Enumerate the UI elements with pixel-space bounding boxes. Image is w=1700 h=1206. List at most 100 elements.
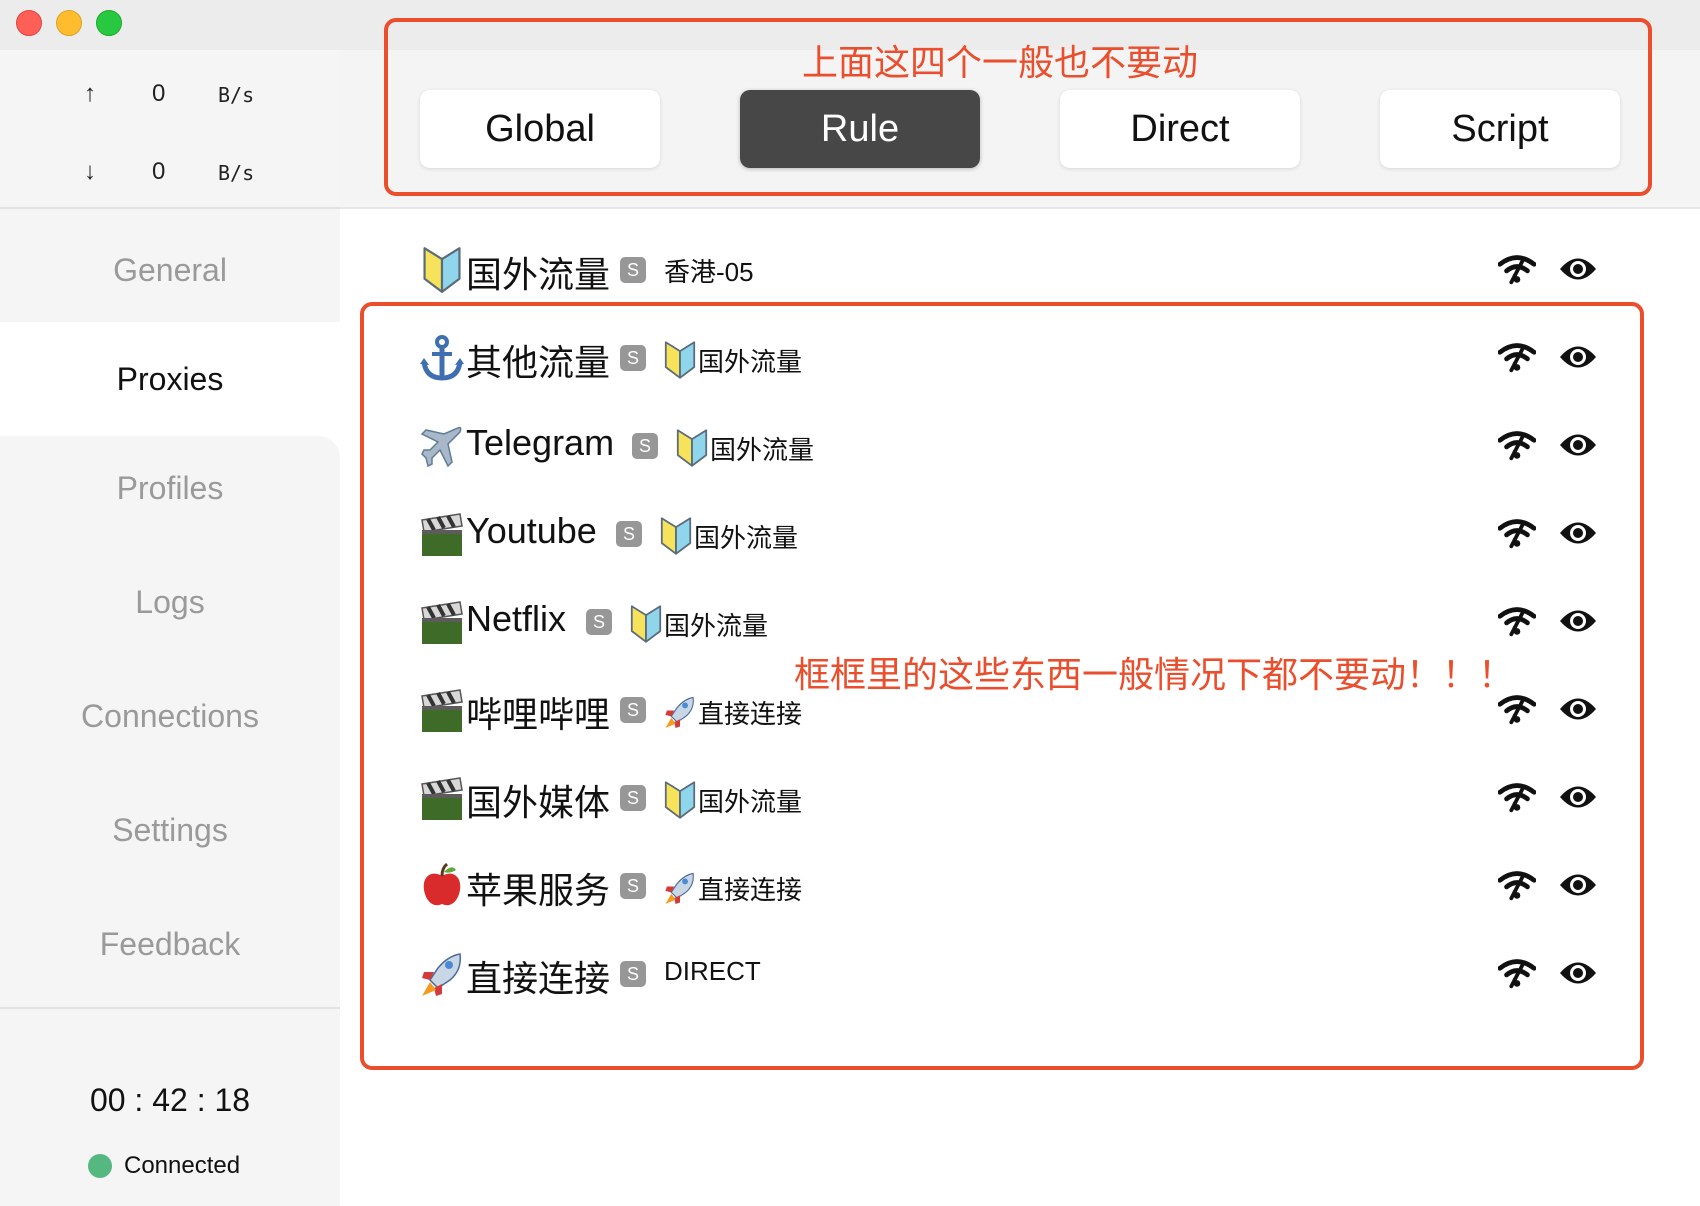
sidebar-item-feedback[interactable]: Feedback: [0, 892, 340, 996]
rocket-emoji-icon: [420, 950, 464, 998]
close-window-button[interactable]: [16, 10, 42, 36]
selected-proxy[interactable]: 香港-05: [664, 252, 754, 289]
proxy-group-name: Telegram: [466, 422, 615, 463]
proxy-group-name: 其他流量: [466, 342, 611, 383]
eye-icon[interactable]: [1558, 606, 1598, 636]
selector-badge: S: [620, 785, 646, 811]
sidebar-item-proxies[interactable]: Proxies: [0, 322, 340, 436]
selected-proxy[interactable]: 直接连接: [664, 868, 802, 908]
eye-icon[interactable]: [1558, 518, 1598, 548]
proxy-group-name: 国外流量: [466, 254, 611, 295]
proxy-group-name: Netflix: [466, 598, 567, 639]
selected-proxy-label: 直接连接: [698, 874, 803, 905]
rocket-emoji-icon: [664, 692, 696, 732]
selector-badge: S: [620, 257, 646, 283]
sidebar-divider: [0, 1007, 340, 1009]
anchor-emoji-icon: [420, 334, 464, 382]
selected-proxy[interactable]: 国外流量: [660, 516, 798, 556]
sidebar-item-general[interactable]: General: [0, 218, 340, 322]
eye-icon[interactable]: [1558, 782, 1598, 812]
selector-badge: S: [620, 961, 646, 987]
eye-icon[interactable]: [1558, 430, 1598, 460]
selected-proxy[interactable]: 直接连接: [664, 692, 802, 732]
proxy-group-row[interactable]: 国外流量 S 香港-05: [420, 238, 1600, 302]
proxy-group-row[interactable]: 哔哩哔哩 S 直接连接: [420, 678, 1600, 742]
modes-annotation-text: 上面这四个一般也不要动: [802, 42, 1199, 83]
shield-emoji-icon: [660, 516, 692, 556]
wifi-latency-icon[interactable]: [1498, 868, 1536, 902]
eye-icon[interactable]: [1558, 342, 1598, 372]
download-speed-value: 0: [152, 158, 166, 185]
selected-proxy-label: 国外流量: [694, 522, 799, 553]
wifi-latency-icon[interactable]: [1498, 604, 1536, 638]
shield-emoji-icon: [420, 246, 464, 294]
selected-proxy[interactable]: DIRECT: [664, 956, 761, 987]
clapper-emoji-icon: [420, 510, 464, 558]
shield-emoji-icon: [664, 780, 696, 820]
eye-icon[interactable]: [1558, 958, 1598, 988]
wifi-latency-icon[interactable]: [1498, 780, 1536, 814]
sidebar: ↑ 0 B/s ↓ 0 B/s General Proxies Profiles…: [0, 50, 340, 1206]
status-label: Connected: [124, 1152, 241, 1179]
selected-proxy-label: 香港-05: [664, 257, 754, 287]
wifi-latency-icon[interactable]: [1498, 340, 1536, 374]
proxy-group-name: 哔哩哔哩: [466, 694, 611, 735]
zoom-window-button[interactable]: [96, 10, 122, 36]
shield-emoji-icon: [630, 604, 662, 644]
wifi-latency-icon[interactable]: [1498, 516, 1536, 550]
upload-arrow-icon: ↑: [84, 80, 96, 107]
sidebar-item-logs[interactable]: Logs: [0, 550, 340, 654]
selected-proxy-label: 国外流量: [710, 434, 815, 465]
sidebar-divider: [0, 207, 340, 209]
eye-icon[interactable]: [1558, 694, 1598, 724]
selected-proxy-label: 国外流量: [664, 610, 769, 641]
proxy-group-row[interactable]: Netflix S 国外流量: [420, 590, 1600, 654]
selected-proxy-label: 国外流量: [698, 346, 803, 377]
mode-script-button[interactable]: Script: [1380, 90, 1620, 168]
clapper-emoji-icon: [420, 774, 464, 822]
minimize-window-button[interactable]: [56, 10, 82, 36]
rocket-emoji-icon: [664, 868, 696, 908]
clapper-emoji-icon: [420, 686, 464, 734]
sidebar-item-profiles[interactable]: Profiles: [0, 436, 340, 540]
proxy-group-row[interactable]: 其他流量 S 国外流量: [420, 326, 1600, 390]
eye-icon[interactable]: [1558, 254, 1598, 284]
proxy-group-row[interactable]: 国外媒体 S 国外流量: [420, 766, 1600, 830]
selected-proxy[interactable]: 国外流量: [676, 428, 814, 468]
proxy-group-row[interactable]: 苹果服务 S 直接连接: [420, 854, 1600, 918]
selector-badge: S: [632, 433, 658, 459]
wifi-latency-icon[interactable]: [1498, 428, 1536, 462]
upload-speed-value: 0: [152, 80, 166, 107]
download-arrow-icon: ↓: [84, 158, 96, 185]
proxy-group-name: Youtube: [466, 510, 597, 551]
wifi-latency-icon[interactable]: [1498, 692, 1536, 726]
sidebar-item-settings[interactable]: Settings: [0, 778, 340, 882]
status-dot-icon: [88, 1154, 112, 1178]
upload-speed: ↑ 0 B/s: [0, 74, 340, 114]
upload-speed-unit: B/s: [218, 83, 255, 107]
eye-icon[interactable]: [1558, 870, 1598, 900]
mode-global-button[interactable]: Global: [420, 90, 660, 168]
download-speed-unit: B/s: [218, 161, 255, 185]
airplane-emoji-icon: [420, 422, 464, 470]
mode-rule-button[interactable]: Rule: [740, 90, 980, 168]
proxy-group-row[interactable]: Telegram S 国外流量: [420, 414, 1600, 478]
selected-proxy[interactable]: 国外流量: [664, 780, 802, 820]
proxy-group-row[interactable]: Youtube S 国外流量: [420, 502, 1600, 566]
selected-proxy[interactable]: 国外流量: [664, 340, 802, 380]
mode-direct-button[interactable]: Direct: [1060, 90, 1300, 168]
selector-badge: S: [616, 521, 642, 547]
selected-proxy[interactable]: 国外流量: [630, 604, 768, 644]
proxy-group-name: 苹果服务: [466, 870, 611, 911]
download-speed: ↓ 0 B/s: [0, 152, 340, 192]
wifi-latency-icon[interactable]: [1498, 956, 1536, 990]
selector-badge: S: [586, 609, 612, 635]
selector-badge: S: [620, 873, 646, 899]
sidebar-item-connections[interactable]: Connections: [0, 664, 340, 768]
proxy-group-name: 国外媒体: [466, 782, 611, 823]
clapper-emoji-icon: [420, 598, 464, 646]
wifi-latency-icon[interactable]: [1498, 252, 1536, 286]
connection-status: Connected: [88, 1152, 240, 1180]
proxy-group-name: 直接连接: [466, 958, 611, 999]
proxy-group-row[interactable]: 直接连接 S DIRECT: [420, 942, 1600, 1006]
